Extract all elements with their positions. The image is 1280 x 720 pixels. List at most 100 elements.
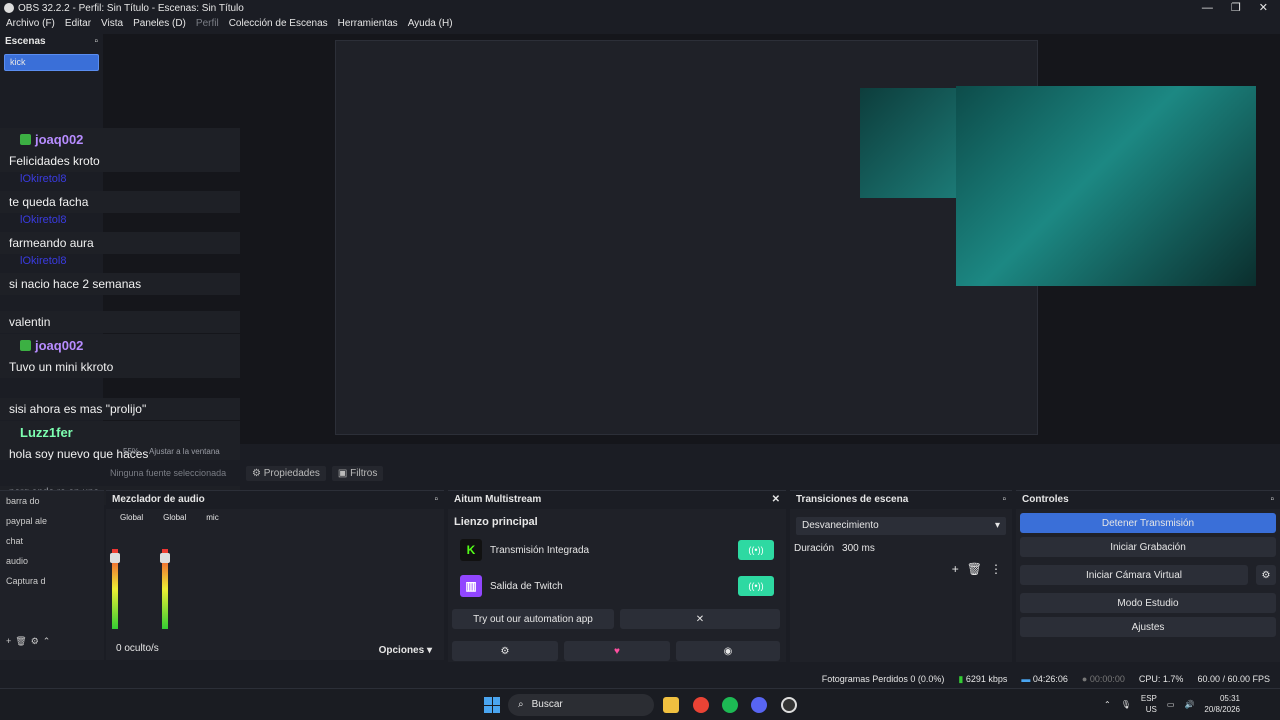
mixer-title: Mezclador de audio [112,494,205,505]
chat-message: farmeando aura [0,232,240,254]
properties-button[interactable]: ⚙ Propiedades [246,465,326,481]
scene-item-kick[interactable]: kick [4,54,99,71]
add-icon[interactable]: + [6,636,11,646]
gear-icon[interactable]: ⚙ [31,636,39,647]
chat-user: joaq002 [0,334,240,356]
obs-icon[interactable] [781,697,797,713]
output-row: K Transmisión Integrada ((•)) [448,532,786,568]
gear-icon[interactable]: ⚙ [452,641,558,661]
webcam-feed [956,86,1256,286]
close-button[interactable]: ✕ [1259,0,1268,16]
network-icon[interactable]: ▭ [1167,700,1175,709]
channel-label: mic [206,513,219,522]
gear-icon[interactable]: ⚙ [1256,565,1276,585]
sources-hidden: 0 oculto/s [116,643,159,654]
add-icon[interactable]: + [952,562,959,576]
stop-stream-button[interactable]: Detener Transmisión [1020,513,1276,533]
virtual-camera-button[interactable]: Iniciar Cámara Virtual [1020,565,1248,585]
window-title: OBS 32.2.2 - Perfil: Sin Título - Escena… [18,2,244,14]
menu-ayuda[interactable]: Ayuda (H) [408,16,453,32]
source-item[interactable]: Captura d [0,571,104,591]
automation-app-button[interactable]: Try out our automation app [452,609,614,629]
transition-select[interactable]: Desvanecimiento ▾ [796,517,1006,535]
source-item[interactable]: paypal ale [0,511,104,531]
source-item[interactable]: barra do [0,491,104,511]
chat-user: lOkiretol8 [20,173,67,185]
menu-coleccion[interactable]: Colección de Escenas [229,16,328,32]
chrome-icon[interactable] [693,697,709,713]
heart-icon[interactable]: ♥ [564,641,670,661]
chat-user: lOkiretol8 [20,214,67,226]
menu-archivo[interactable]: Archivo (F) [6,16,55,32]
duration-field[interactable]: 300 ms [842,543,875,554]
spotify-icon[interactable] [722,697,738,713]
windows-start-icon[interactable] [484,697,500,713]
undock-icon[interactable]: ▫ [434,494,438,506]
chevron-up-icon[interactable]: ⌃ [1104,700,1111,709]
volume-slider[interactable] [110,553,120,563]
obs-logo-icon [4,3,14,13]
duration-label: Duración [794,543,835,554]
stream-toggle[interactable]: ((•)) [738,576,774,596]
record-time: ● 00:00:00 [1081,674,1125,684]
section-title: Lienzo principal [454,516,538,528]
discord-icon[interactable] [751,697,767,713]
chat-user: lOkiretol8 [20,255,67,267]
chat-message: te queda facha [0,191,240,213]
fit-to-window[interactable]: Ajustar a la ventana [149,447,220,456]
signal-icon: ▮ [958,673,964,684]
menu-paneles[interactable]: Paneles (D) [133,16,186,32]
source-item[interactable]: audio [0,551,104,571]
check-badge-icon [20,339,31,351]
menu-bar: Archivo (F) Editar Vista Paneles (D) Per… [0,16,1280,32]
chat-user: Luzz1fer [0,421,240,443]
chevron-up-icon[interactable]: ⌃ [43,636,51,647]
maximize-button[interactable]: ❐ [1231,0,1241,16]
trash-icon[interactable]: 🗑 [15,636,26,647]
controls-dock: Controles ▫ Detener Transmisión Iniciar G… [1016,490,1280,662]
minimize-button[interactable]: — [1202,0,1213,16]
discord-icon[interactable]: ◉ [676,641,780,661]
twitch-icon: ▥ [460,575,482,597]
menu-perfil[interactable]: Perfil [196,16,219,32]
undock-icon[interactable]: ▫ [1002,494,1006,506]
source-item[interactable]: chat [0,531,104,551]
options-button[interactable]: Opciones ▾ [379,645,432,656]
no-source-label: Ninguna fuente seleccionada [110,468,227,478]
file-explorer-icon[interactable] [663,697,679,713]
controls-title: Controles [1022,494,1069,505]
undock-icon[interactable]: ▫ [1270,494,1274,506]
settings-button[interactable]: Ajustes [1020,617,1276,637]
menu-herramientas[interactable]: Herramientas [338,16,398,32]
filters-button[interactable]: ▣ Filtros [331,465,384,481]
taskbar-search[interactable]: ⌕ Buscar [508,694,654,716]
transitions-dock: Transiciones de escena ▫ Desvanecimiento ▾… [790,490,1012,662]
output-label: Transmisión Integrada [490,544,590,556]
dismiss-button[interactable]: ✕ [620,609,780,629]
stream-time: ▬ 04:26:06 [1021,674,1068,684]
scenes-title: Escenas [5,36,46,47]
trash-icon[interactable]: 🗑 [967,562,982,576]
menu-editar[interactable]: Editar [65,16,91,32]
keyboard-language[interactable]: ESP US [1141,693,1157,715]
close-icon[interactable]: ✕ [772,494,780,506]
speaker-icon[interactable]: 🔊 [1184,700,1194,709]
stream-icon: ▬ [1021,674,1031,684]
chat-message: sisi ahora es mas "prolijo" [0,398,240,420]
studio-mode-button[interactable]: Modo Estudio [1020,593,1276,613]
preview-toolbar: 55% Ajustar a la ventana [103,444,1280,458]
more-icon[interactable]: ⋮ [990,562,1002,576]
stream-toggle[interactable]: ((•)) [738,540,774,560]
properties-bar: Ninguna fuente seleccionada ⚙ Propiedade… [0,460,1280,486]
mic-icon[interactable]: 🎙 [1121,700,1131,709]
kick-icon: K [460,539,482,561]
undock-icon[interactable]: ▫ [94,36,98,48]
start-recording-button[interactable]: Iniciar Grabación [1020,537,1276,557]
zoom-level[interactable]: 55% [123,447,139,456]
menu-vista[interactable]: Vista [101,16,123,32]
dropped-frames: Fotogramas Perdidos 0 (0.0%) [821,674,945,684]
clock[interactable]: 05:31 20/8/2026 [1204,693,1240,715]
chat-message: si nacio hace 2 semanas [0,273,240,295]
cpu-usage: CPU: 1.7% [1138,674,1184,684]
volume-slider[interactable] [160,553,170,563]
